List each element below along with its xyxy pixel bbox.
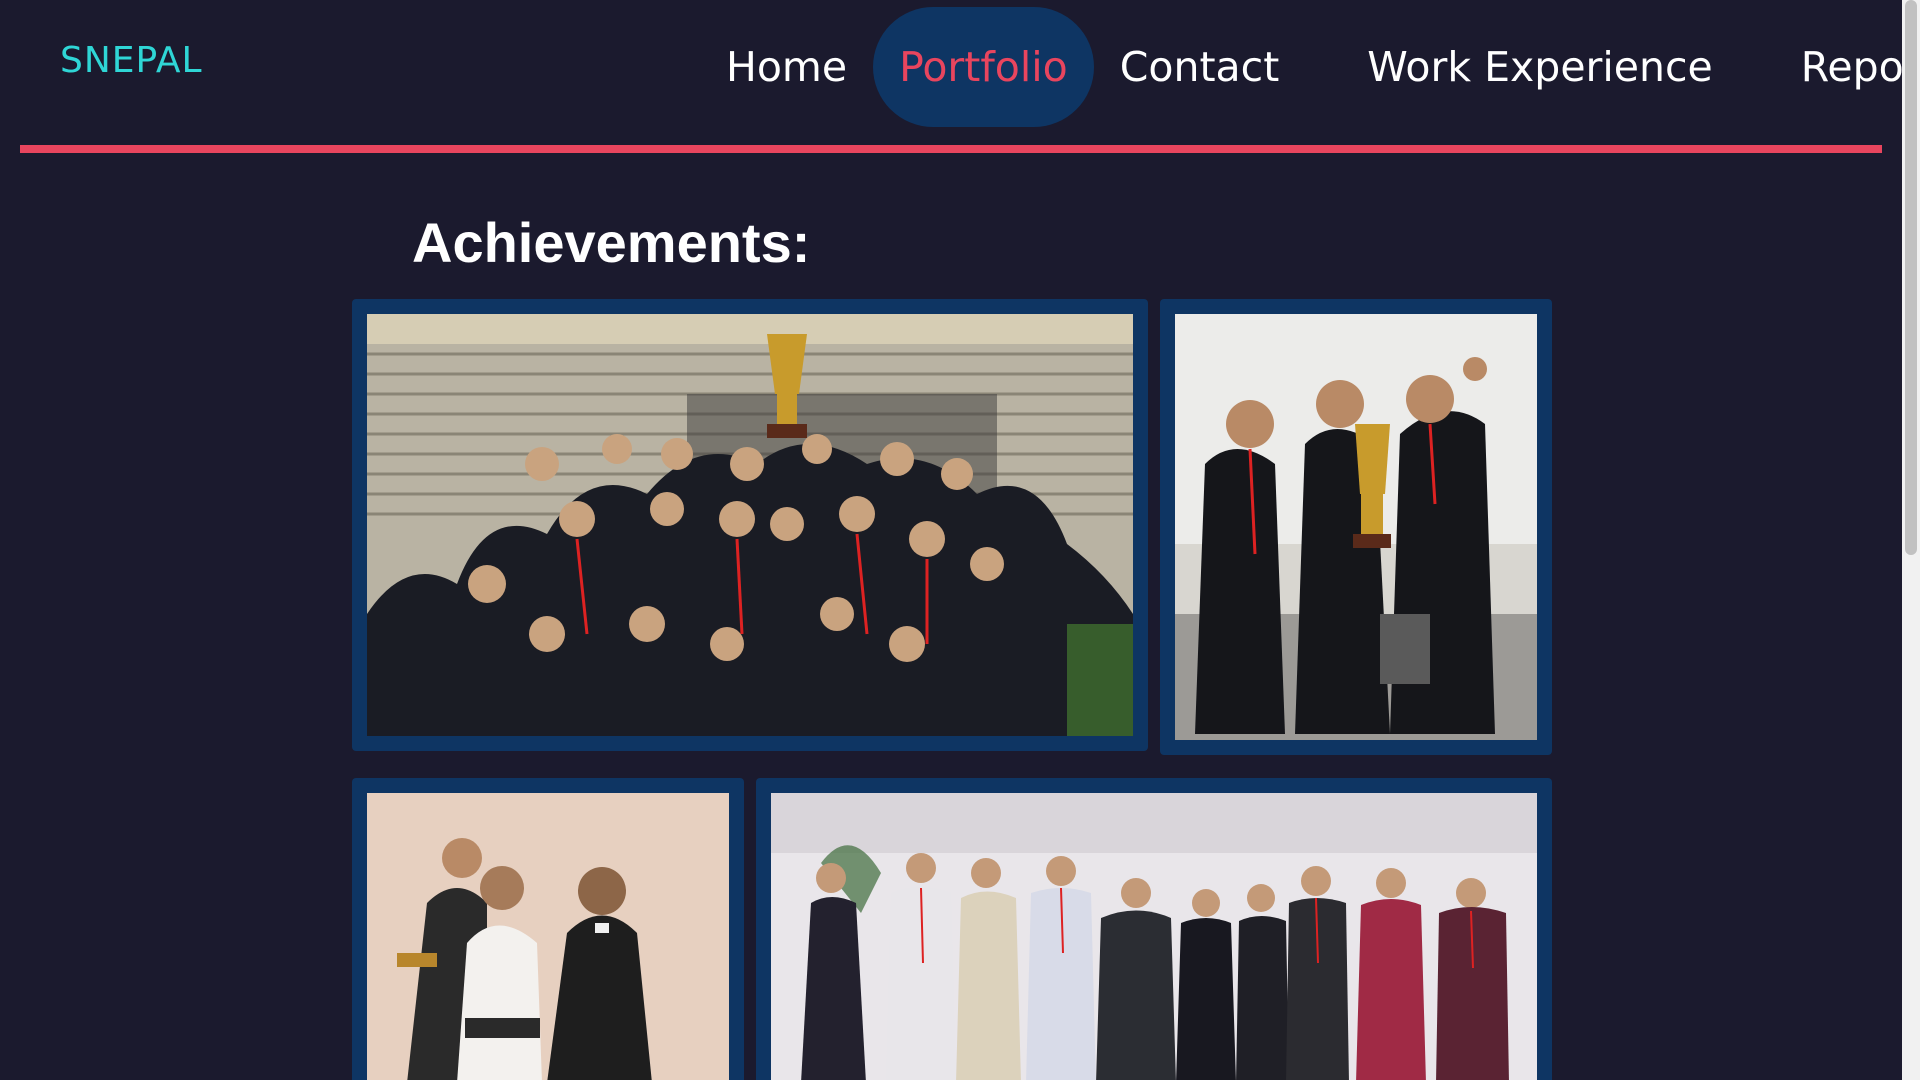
photo-frame-1 [352,299,1148,751]
main-nav: Home Portfolio Contact Work Experience R… [700,7,1920,127]
nav-home[interactable]: Home [700,7,873,127]
site-logo[interactable]: SNEPAL [60,40,203,81]
nav-portfolio[interactable]: Portfolio [873,7,1094,127]
scrollbar-thumb[interactable] [1905,0,1917,555]
group-trophy-photo[interactable] [367,314,1133,736]
trophy-trio-photo[interactable] [1175,314,1537,740]
portfolio-page: SNEPAL Home Portfolio Contact Work Exper… [0,0,1920,1080]
nav-work-experience[interactable]: Work Experience [1341,7,1739,127]
photo-frame-3 [352,778,744,1080]
nav-report[interactable]: Report [1775,7,1920,127]
header-divider [20,145,1882,153]
nav-contact[interactable]: Contact [1094,7,1306,127]
award-handshake-photo[interactable] [367,793,729,1080]
page-scrollbar[interactable] [1902,0,1920,1080]
team-lineup-photo[interactable] [771,793,1537,1080]
achievements-heading: Achievements: [412,211,811,274]
photo-frame-2 [1160,299,1552,755]
photo-frame-4 [756,778,1552,1080]
